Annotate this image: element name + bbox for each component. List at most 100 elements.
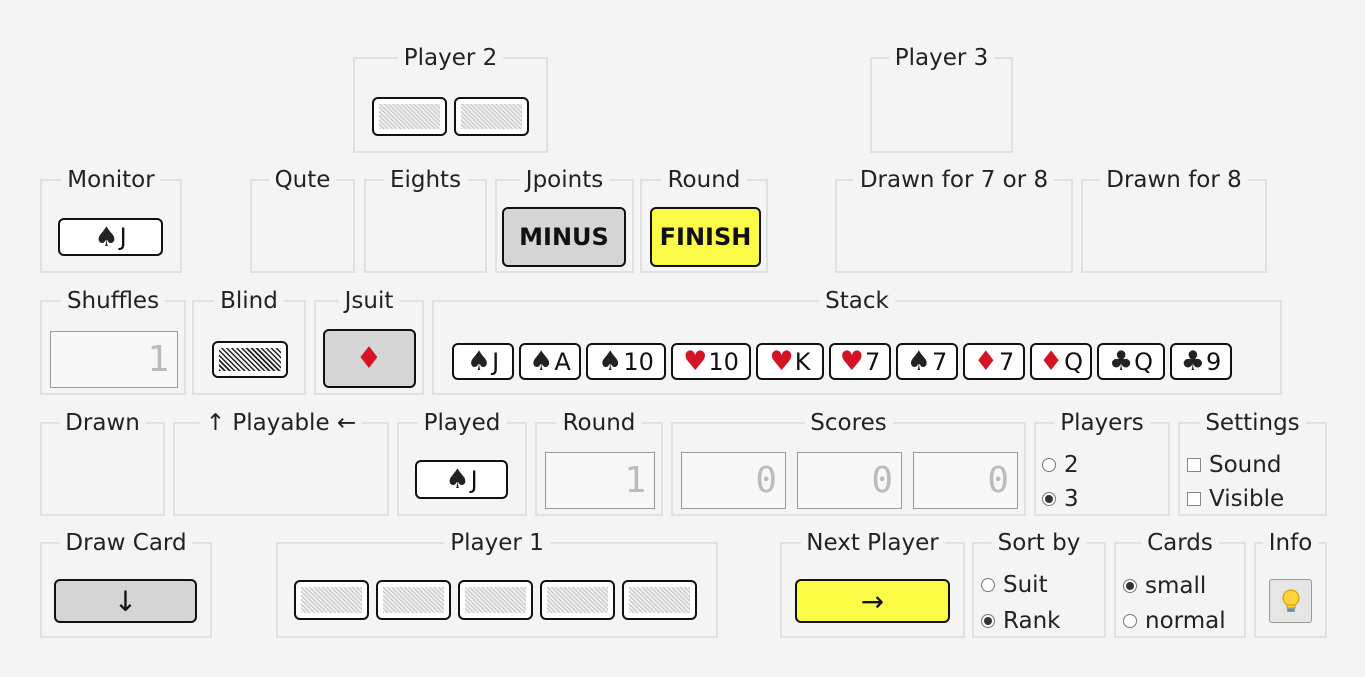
shuffles-value: 1 [147, 339, 169, 380]
radio-button-icon[interactable] [1042, 458, 1056, 472]
player2-panel: Player 2 [353, 47, 548, 153]
cards-radio-small[interactable]: small [1123, 573, 1206, 599]
radio-button-icon[interactable] [1123, 579, 1137, 593]
card-rank: A [554, 347, 571, 376]
suit-icon: ♠ [529, 346, 554, 377]
card-back[interactable] [622, 580, 697, 620]
card-back[interactable] [294, 580, 369, 620]
round-finish-panel: Round FINISH [640, 169, 768, 273]
card-rank: 7 [998, 347, 1015, 376]
stack-card: ♠ 10 [586, 343, 666, 380]
playable-panel: ↑ Playable ← [173, 412, 389, 516]
visible-checkbox[interactable]: Visible [1187, 486, 1284, 512]
player1-label: Player 1 [444, 532, 550, 555]
card-rank: 10 [623, 347, 654, 376]
eights-label: Eights [383, 169, 468, 192]
stack-card: ♦ Q [1030, 343, 1092, 380]
blind-panel: Blind [192, 290, 306, 395]
card-back[interactable] [458, 580, 533, 620]
blind-card-back[interactable] [212, 341, 288, 378]
card-rank: 9 [1205, 347, 1222, 376]
player3-label: Player 3 [888, 47, 995, 70]
radio-label: Suit [1003, 572, 1048, 598]
card-rank: J [470, 465, 478, 494]
suit-icon: ♣ [1180, 346, 1205, 377]
players-panel: Players 2 3 [1034, 412, 1170, 516]
sort-radio-suit[interactable]: Suit [981, 572, 1048, 598]
card-back[interactable] [540, 580, 615, 620]
finish-button[interactable]: FINISH [650, 207, 761, 267]
card-rank: J [119, 223, 127, 251]
radio-label: 2 [1064, 452, 1079, 478]
checkbox-icon[interactable] [1187, 458, 1201, 472]
draw-card-button[interactable]: ↓ [54, 579, 197, 623]
stack-card: ♠ A [519, 343, 581, 380]
arrow-right-icon: → [860, 584, 885, 618]
sort-by-panel: Sort by Suit Rank [972, 532, 1106, 638]
next-player-button[interactable]: → [795, 579, 950, 623]
round-value: 1 [624, 460, 646, 501]
suit-icon: ♣ [1108, 346, 1134, 377]
lightbulb-icon[interactable] [1269, 579, 1312, 623]
card-back[interactable] [454, 97, 529, 136]
players-radio-3[interactable]: 3 [1042, 486, 1079, 512]
spade-icon: ♠ [445, 464, 470, 495]
drawn8-label: Drawn for 8 [1100, 169, 1248, 192]
checkbox-icon[interactable] [1187, 492, 1201, 506]
card-back[interactable] [376, 580, 451, 620]
scores-label: Scores [804, 412, 893, 435]
shuffles-label: Shuffles [60, 290, 166, 313]
minus-button[interactable]: MINUS [502, 207, 626, 267]
played-label: Played [417, 412, 507, 435]
radio-label: 3 [1064, 486, 1079, 512]
round-panel: Round 1 [535, 412, 663, 516]
stack-panel: Stack ♠ J ♠ A ♠ 10 ♥ 10 ♥ K ♥ 7 ♠ 7 ♦ 7 ♦ Q ♣ Q ♣ 9 [432, 290, 1282, 395]
card-back[interactable] [372, 97, 447, 136]
settings-panel: Settings Sound Visible [1178, 412, 1327, 516]
stack-label: Stack [819, 290, 895, 313]
draw-card-panel: Draw Card ↓ [40, 532, 212, 638]
stack-card: ♣ 9 [1170, 343, 1232, 380]
spade-icon: ♠ [94, 221, 119, 253]
radio-button-icon[interactable] [1123, 614, 1137, 628]
suit-icon: ♥ [683, 346, 708, 377]
round-top-label: Round [661, 169, 747, 192]
stack-card: ♥ K [756, 343, 824, 380]
stack-card: ♣ Q [1097, 343, 1165, 380]
card-rank: 7 [864, 347, 881, 376]
monitor-card: ♠ J [58, 218, 163, 256]
checkbox-label: Visible [1209, 486, 1285, 512]
stack-card: ♦ 7 [963, 343, 1025, 380]
score-value: 0 [987, 460, 1009, 501]
scores-panel: Scores 0 0 0 [671, 412, 1026, 516]
card-rank: Q [1064, 347, 1084, 376]
sort-radio-rank[interactable]: Rank [981, 608, 1060, 634]
stack-card: ♠ J [452, 343, 514, 380]
suit-icon: ♠ [598, 346, 623, 377]
radio-button-icon[interactable] [981, 578, 995, 592]
jpoints-label: Jpoints [519, 169, 610, 192]
radio-label: normal [1145, 608, 1226, 634]
card-rank: J [492, 347, 500, 376]
shuffles-display: 1 [50, 331, 178, 388]
drawn78-panel: Drawn for 7 or 8 [835, 169, 1073, 273]
radio-button-icon[interactable] [1042, 492, 1056, 506]
player2-label: Player 2 [397, 47, 504, 70]
jsuit-panel: Jsuit ♦ [314, 290, 424, 395]
sound-checkbox[interactable]: Sound [1187, 452, 1281, 478]
drawn78-label: Drawn for 7 or 8 [853, 169, 1055, 192]
diamond-icon: ♦ [355, 340, 383, 376]
drawn8-panel: Drawn for 8 [1081, 169, 1267, 273]
score-value: 0 [871, 460, 893, 501]
suit-icon: ♦ [973, 346, 998, 377]
shuffles-panel: Shuffles 1 [40, 290, 186, 395]
arrow-down-icon: ↓ [113, 584, 138, 618]
suit-icon: ♦ [1038, 346, 1064, 377]
radio-button-icon[interactable] [981, 614, 995, 628]
card-rank: 7 [931, 347, 948, 376]
cards-radio-normal[interactable]: normal [1123, 608, 1226, 634]
blind-label: Blind [214, 290, 284, 313]
card-rank: Q [1134, 347, 1154, 376]
players-radio-2[interactable]: 2 [1042, 452, 1079, 478]
checkbox-label: Sound [1209, 452, 1282, 478]
